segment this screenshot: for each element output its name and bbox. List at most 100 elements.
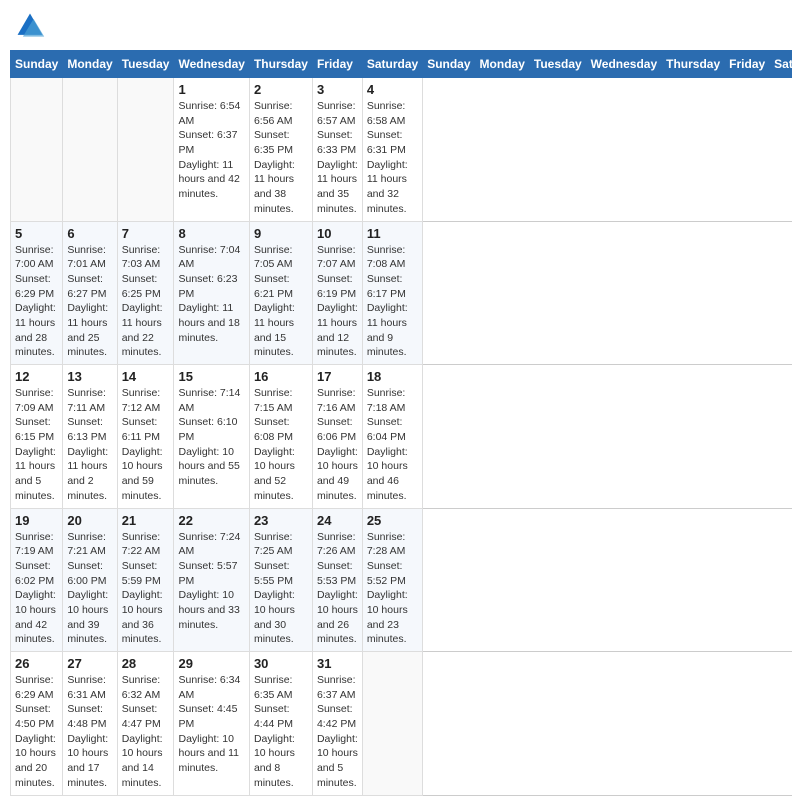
calendar-cell: 2 Sunrise: 6:56 AM Sunset: 6:35 PM Daylig…: [249, 78, 312, 222]
day-info: Sunrise: 7:28 AM Sunset: 5:52 PM Dayligh…: [367, 530, 418, 648]
day-info: Sunrise: 7:05 AM Sunset: 6:21 PM Dayligh…: [254, 243, 308, 361]
day-number: 13: [67, 369, 112, 384]
day-number: 27: [67, 656, 112, 671]
day-info: Sunrise: 7:18 AM Sunset: 6:04 PM Dayligh…: [367, 386, 418, 504]
day-info: Sunrise: 7:11 AM Sunset: 6:13 PM Dayligh…: [67, 386, 112, 504]
calendar-cell: 1 Sunrise: 6:54 AM Sunset: 6:37 PM Daylig…: [174, 78, 249, 222]
calendar-cell: 14 Sunrise: 7:12 AM Sunset: 6:11 PM Dayli…: [117, 365, 174, 509]
calendar-cell: [362, 652, 422, 796]
day-number: 20: [67, 513, 112, 528]
day-number: 16: [254, 369, 308, 384]
calendar-cell: 30 Sunrise: 6:35 AM Sunset: 4:44 PM Dayli…: [249, 652, 312, 796]
day-info: Sunrise: 6:57 AM Sunset: 6:33 PM Dayligh…: [317, 99, 358, 217]
day-info: Sunrise: 7:09 AM Sunset: 6:15 PM Dayligh…: [15, 386, 58, 504]
day-info: Sunrise: 6:31 AM Sunset: 4:48 PM Dayligh…: [67, 673, 112, 791]
day-info: Sunrise: 7:04 AM Sunset: 6:23 PM Dayligh…: [178, 243, 244, 346]
calendar-cell: 31 Sunrise: 6:37 AM Sunset: 4:42 PM Dayli…: [312, 652, 362, 796]
day-info: Sunrise: 7:19 AM Sunset: 6:02 PM Dayligh…: [15, 530, 58, 648]
day-info: Sunrise: 7:21 AM Sunset: 6:00 PM Dayligh…: [67, 530, 112, 648]
day-info: Sunrise: 7:07 AM Sunset: 6:19 PM Dayligh…: [317, 243, 358, 361]
day-number: 14: [122, 369, 170, 384]
day-info: Sunrise: 7:24 AM Sunset: 5:57 PM Dayligh…: [178, 530, 244, 633]
day-info: Sunrise: 6:29 AM Sunset: 4:50 PM Dayligh…: [15, 673, 58, 791]
day-number: 15: [178, 369, 244, 384]
col-header-thursday: Thursday: [662, 51, 725, 78]
day-info: Sunrise: 6:56 AM Sunset: 6:35 PM Dayligh…: [254, 99, 308, 217]
col-header-tuesday: Tuesday: [529, 51, 586, 78]
col-header-saturday: Saturday: [362, 51, 422, 78]
day-info: Sunrise: 7:25 AM Sunset: 5:55 PM Dayligh…: [254, 530, 308, 648]
day-info: Sunrise: 7:03 AM Sunset: 6:25 PM Dayligh…: [122, 243, 170, 361]
day-number: 19: [15, 513, 58, 528]
day-number: 1: [178, 82, 244, 97]
day-info: Sunrise: 6:54 AM Sunset: 6:37 PM Dayligh…: [178, 99, 244, 202]
calendar-cell: 12 Sunrise: 7:09 AM Sunset: 6:15 PM Dayli…: [11, 365, 63, 509]
calendar-cell: 19 Sunrise: 7:19 AM Sunset: 6:02 PM Dayli…: [11, 508, 63, 652]
calendar-week-2: 5Sunrise: 7:00 AM Sunset: 6:29 PM Daylig…: [11, 221, 792, 365]
calendar-week-1: 1 Sunrise: 6:54 AM Sunset: 6:37 PM Daylig…: [11, 78, 792, 222]
calendar-cell: 9 Sunrise: 7:05 AM Sunset: 6:21 PM Daylig…: [249, 221, 312, 365]
day-number: 22: [178, 513, 244, 528]
calendar-cell: 21 Sunrise: 7:22 AM Sunset: 5:59 PM Dayli…: [117, 508, 174, 652]
col-header-thursday: Thursday: [249, 51, 312, 78]
day-info: Sunrise: 7:15 AM Sunset: 6:08 PM Dayligh…: [254, 386, 308, 504]
calendar-cell: 18 Sunrise: 7:18 AM Sunset: 6:04 PM Dayli…: [362, 365, 422, 509]
day-number: 4: [367, 82, 418, 97]
day-info: Sunrise: 7:08 AM Sunset: 6:17 PM Dayligh…: [367, 243, 418, 361]
calendar-cell: [117, 78, 174, 222]
day-info: Sunrise: 6:35 AM Sunset: 4:44 PM Dayligh…: [254, 673, 308, 791]
col-header-monday: Monday: [475, 51, 529, 78]
day-number: 8: [178, 226, 244, 241]
calendar-cell: 15Sunrise: 7:14 AM Sunset: 6:10 PM Dayli…: [174, 365, 249, 509]
day-number: 26: [15, 656, 58, 671]
calendar-header-row: SundayMondayTuesdayWednesdayThursdayFrid…: [11, 51, 792, 78]
day-info: Sunrise: 6:58 AM Sunset: 6:31 PM Dayligh…: [367, 99, 418, 217]
day-info: Sunrise: 7:12 AM Sunset: 6:11 PM Dayligh…: [122, 386, 170, 504]
calendar-cell: 4 Sunrise: 6:58 AM Sunset: 6:31 PM Daylig…: [362, 78, 422, 222]
col-header-sunday: Sunday: [11, 51, 63, 78]
calendar-cell: 23Sunrise: 7:25 AM Sunset: 5:55 PM Dayli…: [249, 508, 312, 652]
day-number: 29: [178, 656, 244, 671]
calendar-cell: 24Sunrise: 7:26 AM Sunset: 5:53 PM Dayli…: [312, 508, 362, 652]
col-header-friday: Friday: [312, 51, 362, 78]
day-number: 3: [317, 82, 358, 97]
calendar-week-5: 26 Sunrise: 6:29 AM Sunset: 4:50 PM Dayli…: [11, 652, 792, 796]
day-info: Sunrise: 7:00 AM Sunset: 6:29 PM Dayligh…: [15, 243, 58, 361]
day-number: 2: [254, 82, 308, 97]
day-number: 18: [367, 369, 418, 384]
calendar-week-3: 12 Sunrise: 7:09 AM Sunset: 6:15 PM Dayli…: [11, 365, 792, 509]
calendar-cell: 20 Sunrise: 7:21 AM Sunset: 6:00 PM Dayli…: [63, 508, 117, 652]
day-info: Sunrise: 6:37 AM Sunset: 4:42 PM Dayligh…: [317, 673, 358, 791]
day-info: Sunrise: 7:01 AM Sunset: 6:27 PM Dayligh…: [67, 243, 112, 361]
day-number: 12: [15, 369, 58, 384]
calendar-cell: 26 Sunrise: 6:29 AM Sunset: 4:50 PM Dayli…: [11, 652, 63, 796]
calendar-cell: 5Sunrise: 7:00 AM Sunset: 6:29 PM Daylig…: [11, 221, 63, 365]
calendar-cell: 7Sunrise: 7:03 AM Sunset: 6:25 PM Daylig…: [117, 221, 174, 365]
day-info: Sunrise: 6:32 AM Sunset: 4:47 PM Dayligh…: [122, 673, 170, 791]
day-info: Sunrise: 7:16 AM Sunset: 6:06 PM Dayligh…: [317, 386, 358, 504]
col-header-monday: Monday: [63, 51, 117, 78]
col-header-wednesday: Wednesday: [586, 51, 661, 78]
calendar-cell: 13 Sunrise: 7:11 AM Sunset: 6:13 PM Dayli…: [63, 365, 117, 509]
day-number: 9: [254, 226, 308, 241]
calendar-table: SundayMondayTuesdayWednesdayThursdayFrid…: [10, 50, 792, 796]
calendar-cell: 17Sunrise: 7:16 AM Sunset: 6:06 PM Dayli…: [312, 365, 362, 509]
day-number: 30: [254, 656, 308, 671]
calendar-cell: 8 Sunrise: 7:04 AM Sunset: 6:23 PM Daylig…: [174, 221, 249, 365]
col-header-sunday: Sunday: [423, 51, 475, 78]
col-header-tuesday: Tuesday: [117, 51, 174, 78]
calendar-cell: 27 Sunrise: 6:31 AM Sunset: 4:48 PM Dayli…: [63, 652, 117, 796]
calendar-cell: [11, 78, 63, 222]
day-number: 31: [317, 656, 358, 671]
day-info: Sunrise: 7:22 AM Sunset: 5:59 PM Dayligh…: [122, 530, 170, 648]
col-header-saturday: Saturday: [770, 51, 792, 78]
logo-icon: [14, 10, 46, 42]
calendar-cell: 10Sunrise: 7:07 AM Sunset: 6:19 PM Dayli…: [312, 221, 362, 365]
col-header-friday: Friday: [725, 51, 770, 78]
calendar-week-4: 19 Sunrise: 7:19 AM Sunset: 6:02 PM Dayli…: [11, 508, 792, 652]
day-number: 25: [367, 513, 418, 528]
logo: [14, 10, 50, 42]
day-number: 21: [122, 513, 170, 528]
calendar-cell: 16 Sunrise: 7:15 AM Sunset: 6:08 PM Dayli…: [249, 365, 312, 509]
day-info: Sunrise: 7:26 AM Sunset: 5:53 PM Dayligh…: [317, 530, 358, 648]
